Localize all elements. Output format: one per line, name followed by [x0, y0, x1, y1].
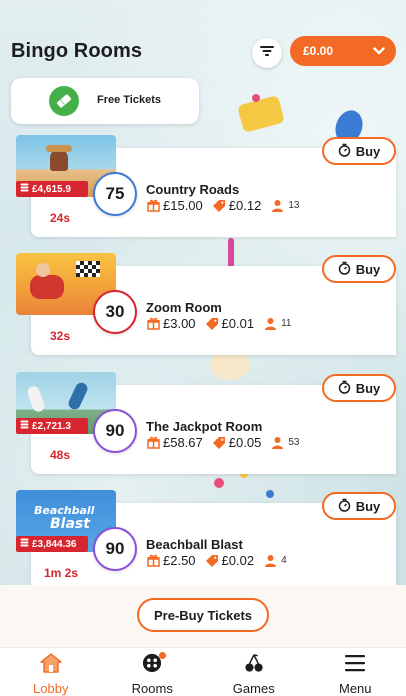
bingo-ball-badge: 30 — [93, 290, 137, 334]
jackpot-amount: £4,615.9 — [32, 183, 71, 195]
gift-icon — [146, 199, 160, 213]
coins-icon — [20, 420, 29, 432]
room-name: Zoom Room — [146, 300, 222, 315]
tab-label: Rooms — [131, 681, 173, 696]
decor-confetti — [252, 94, 260, 102]
person-icon — [270, 199, 284, 213]
jackpot-amount: £2,721.3 — [32, 420, 71, 432]
prebuy-tickets-button[interactable]: Pre-Buy Tickets — [137, 598, 269, 632]
stopwatch-icon — [338, 380, 351, 397]
room-card-beachball-blast[interactable]: Beachball Blast £3,844.36 90 Beachball B… — [0, 490, 406, 600]
room-meta: £3.00 £0.01 11 — [146, 316, 291, 331]
balance-value: £0.00 — [303, 44, 334, 58]
room-name: The Jackpot Room — [146, 419, 263, 434]
buy-label: Buy — [355, 143, 381, 159]
buy-label: Buy — [355, 498, 381, 514]
tab-games[interactable]: Games — [203, 648, 305, 696]
menu-icon — [344, 653, 366, 678]
buy-label: Buy — [355, 380, 381, 396]
jackpot-badge: £2,721.3 — [16, 418, 88, 434]
tag-icon — [205, 554, 219, 568]
countdown-timer: 24s — [50, 211, 71, 225]
free-tickets-button[interactable]: Free Tickets — [11, 78, 199, 124]
stopwatch-icon — [338, 498, 351, 515]
header: Bingo Rooms £0.00 — [0, 0, 406, 75]
ticket-icon — [49, 86, 79, 116]
pattern-price: £0.02 — [221, 553, 255, 568]
bottom-tab-bar: Lobby Rooms Games Menu — [0, 647, 406, 696]
gift-icon — [146, 554, 160, 568]
player-count: 53 — [288, 437, 300, 448]
player-count: 4 — [281, 555, 287, 566]
countdown-timer: 48s — [50, 448, 71, 462]
person-icon — [270, 436, 284, 450]
buy-button[interactable]: Buy — [322, 374, 396, 402]
stopwatch-icon — [338, 261, 351, 278]
tag-icon — [212, 199, 226, 213]
buy-label: Buy — [355, 261, 381, 277]
jackpot-badge: £3,844.36 — [16, 536, 88, 552]
coins-icon — [20, 183, 29, 195]
home-icon — [40, 653, 62, 678]
room-card-country-roads[interactable]: £4,615.9 75 Country Roads £15.00 £0.12 1… — [0, 135, 406, 245]
room-name: Country Roads — [146, 182, 240, 197]
room-meta: £2.50 £0.02 4 — [146, 553, 287, 568]
page-title: Bingo Rooms — [11, 40, 143, 62]
tag-icon — [205, 317, 219, 331]
tab-lobby[interactable]: Lobby — [0, 648, 102, 696]
person-icon — [263, 554, 277, 568]
jackpot-badge: £4,615.9 — [16, 181, 88, 197]
countdown-timer: 32s — [50, 329, 71, 343]
thumb-logo-line-2: Blast — [50, 516, 90, 532]
room-name: Beachball Blast — [146, 537, 243, 552]
bingo-ball-badge: 75 — [93, 172, 137, 216]
pattern-price: £0.01 — [221, 316, 255, 331]
buy-button[interactable]: Buy — [322, 492, 396, 520]
cherries-icon — [243, 653, 265, 678]
chevron-down-icon — [373, 44, 385, 58]
notification-dot — [159, 652, 167, 659]
player-count: 11 — [281, 318, 292, 329]
buy-button[interactable]: Buy — [322, 137, 396, 165]
tab-label: Lobby — [33, 681, 69, 696]
gift-icon — [146, 436, 160, 450]
tab-label: Menu — [338, 681, 372, 696]
gift-icon — [146, 317, 160, 331]
pattern-price: £0.12 — [228, 198, 262, 213]
tab-rooms[interactable]: Rooms — [102, 648, 204, 696]
ticket-price: £2.50 — [163, 553, 196, 568]
ticket-price: £3.00 — [163, 316, 196, 331]
tab-menu[interactable]: Menu — [305, 648, 406, 696]
countdown-timer: 1m 2s — [44, 566, 79, 580]
room-card-zoom-room[interactable]: 30 Zoom Room £3.00 £0.01 11 32s Buy — [0, 253, 406, 363]
ticket-price: £15.00 — [163, 198, 203, 213]
pattern-price: £0.05 — [228, 435, 262, 450]
tab-label: Games — [232, 681, 275, 696]
room-meta: £58.67 £0.05 53 — [146, 435, 299, 450]
room-card-the-jackpot-room[interactable]: £2,721.3 90 The Jackpot Room £58.67 £0.0… — [0, 372, 406, 482]
ticket-price: £58.67 — [163, 435, 203, 450]
player-count: 13 — [288, 200, 300, 211]
balance-button[interactable]: £0.00 — [290, 36, 396, 66]
jackpot-amount: £3,844.36 — [32, 538, 77, 550]
filter-icon — [260, 44, 274, 62]
bingo-ball-badge: 90 — [93, 527, 137, 571]
coins-icon — [20, 538, 29, 550]
free-tickets-label: Free Tickets — [97, 94, 162, 106]
tag-icon — [212, 436, 226, 450]
person-icon — [263, 317, 277, 331]
room-meta: £15.00 £0.12 13 — [146, 198, 299, 213]
stopwatch-icon — [338, 143, 351, 160]
buy-button[interactable]: Buy — [322, 255, 396, 283]
bingo-ball-badge: 90 — [93, 409, 137, 453]
filter-button[interactable] — [252, 38, 282, 68]
